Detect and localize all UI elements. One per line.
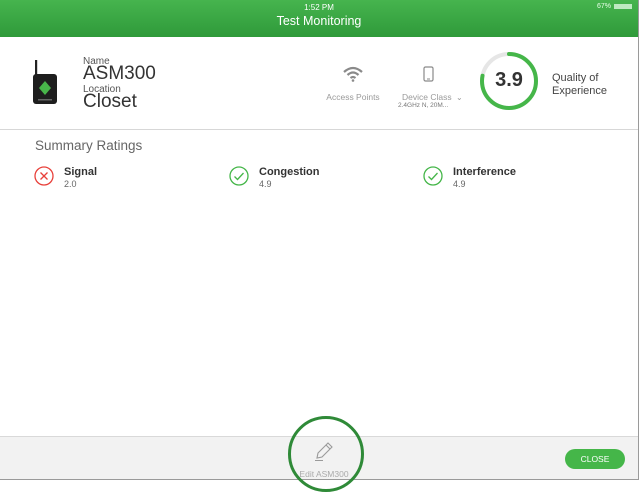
device-class-value: 2.4GHz N, 20M... [398, 102, 449, 109]
device-location: Closet [83, 91, 137, 112]
device-sensor-icon [33, 60, 57, 104]
summary-title: Summary Ratings [35, 138, 143, 153]
rating-name: Interference [453, 166, 516, 178]
title-bar: 1:52 PM Test Monitoring 67% [0, 0, 638, 37]
rating-name: Signal [64, 166, 98, 178]
rating-value: 4.9 [259, 179, 272, 189]
pencil-icon [315, 442, 333, 461]
page-title: Test Monitoring [276, 14, 362, 28]
chevron-down-icon: ⌄ [456, 93, 463, 102]
device-class-button[interactable]: Device Class 2.4GHz N, 20M... ⌄ [398, 66, 468, 109]
app-frame: 1:52 PM Test Monitoring 67% Name ASM300 … [0, 0, 639, 480]
battery-percent: 67% [596, 3, 611, 10]
edit-device-label: Edit ASM300 [299, 469, 349, 479]
rating-value: 2.0 [64, 179, 77, 189]
battery-icon [614, 3, 632, 9]
check-circle-icon [229, 166, 249, 186]
wifi-icon [343, 66, 363, 82]
rating-name: Congestion [259, 166, 320, 178]
quality-label-line1: Quality of [552, 72, 599, 84]
battery-indicator: 67% [597, 3, 632, 10]
phone-icon [423, 66, 434, 82]
device-name: ASM300 [83, 63, 156, 84]
status-time: 1:52 PM [304, 3, 334, 12]
x-circle-icon [34, 166, 54, 186]
close-button[interactable]: CLOSE [565, 449, 625, 469]
access-points-button[interactable]: Access Points [324, 66, 382, 102]
rating-value: 4.9 [453, 179, 466, 189]
quality-score: 3.9 [495, 69, 523, 91]
check-circle-icon [423, 166, 443, 186]
access-points-label: Access Points [326, 92, 380, 102]
quality-label: Quality of Experience [552, 72, 607, 98]
edit-device-button[interactable]: Edit ASM300 [296, 440, 352, 479]
quality-label-line2: Experience [552, 85, 608, 97]
